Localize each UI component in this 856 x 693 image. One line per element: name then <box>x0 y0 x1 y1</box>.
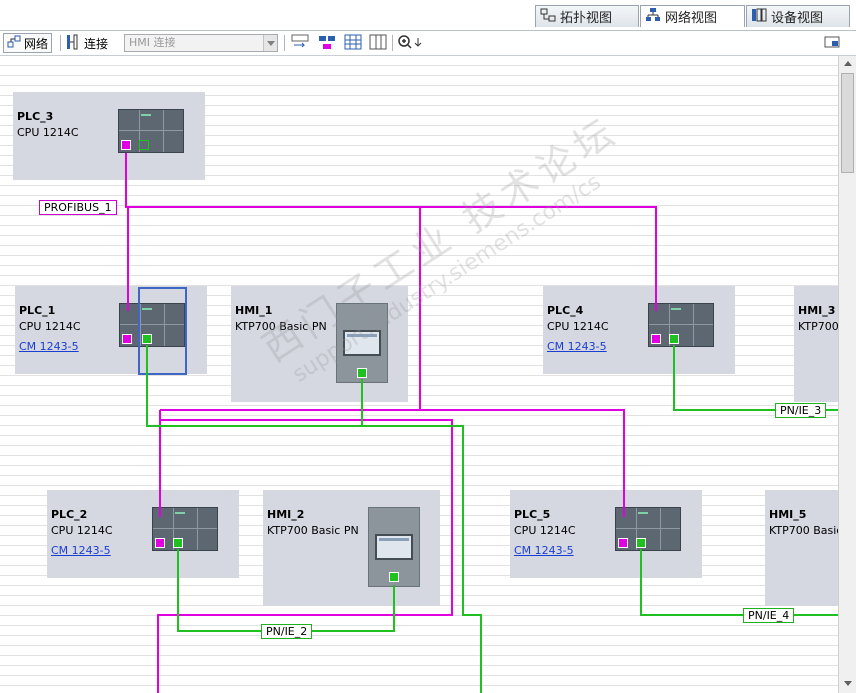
topology-view-icon <box>540 7 556 27</box>
pnie-2-label[interactable]: PN/IE_2 <box>261 624 313 639</box>
overview-button[interactable] <box>824 33 840 53</box>
tab-device-view[interactable]: 设备视图 <box>746 5 850 27</box>
network-mode-icon <box>7 35 21 52</box>
connection-type-select[interactable]: HMI 连接 <box>124 34 278 52</box>
profibus-line[interactable] <box>157 419 453 693</box>
pnie3-line[interactable] <box>673 345 838 411</box>
highlight-button[interactable] <box>318 33 336 53</box>
chevron-down-icon[interactable] <box>263 35 277 51</box>
tab-network-view-label: 网络视图 <box>665 11 718 26</box>
show-names-icon <box>291 34 309 53</box>
grid-button[interactable] <box>344 33 362 53</box>
pnie-3-label[interactable]: PN/IE_3 <box>775 403 827 418</box>
toolbar-divider <box>392 35 393 51</box>
network-mode-button[interactable]: 网络 <box>3 33 53 53</box>
toolbar-divider <box>284 35 285 51</box>
connect-mode-icon <box>65 34 81 53</box>
tab-topology-view-label: 拓扑视图 <box>560 11 613 26</box>
scroll-up-icon[interactable] <box>840 56 856 72</box>
connect-mode-label: 连接 <box>84 36 109 51</box>
zoom-icon <box>397 34 423 53</box>
device-view-icon <box>751 7 767 27</box>
vertical-scrollbar[interactable] <box>838 56 856 693</box>
pnie4-line[interactable] <box>640 549 838 616</box>
network-mode-label: 网络 <box>24 36 49 51</box>
pnie2-line[interactable] <box>177 549 395 632</box>
scroll-down-icon[interactable] <box>840 676 856 692</box>
profibus-line[interactable] <box>125 153 657 311</box>
profibus-1-label[interactable]: PROFIBUS_1 <box>39 200 117 215</box>
table-icon <box>369 34 387 53</box>
network-view-toolbar: 网络 连接 HMI 连接 <box>0 30 856 56</box>
grid-icon <box>344 34 362 53</box>
show-names-button[interactable] <box>291 33 309 53</box>
overview-icon <box>824 34 840 53</box>
pnie-4-label[interactable]: PN/IE_4 <box>743 608 795 623</box>
table-button[interactable] <box>369 33 387 53</box>
tab-network-view[interactable]: 网络视图 <box>640 5 745 27</box>
tab-topology-view[interactable]: 拓扑视图 <box>535 5 639 27</box>
network-canvas[interactable]: PLC_3 CPU 1214C PLC_1 CPU 1214C CM 1243-… <box>0 56 838 693</box>
toolbar-divider <box>60 35 61 51</box>
view-tab-strip: 拓扑视图 网络视图 设备视图 <box>0 0 856 30</box>
tab-device-view-label: 设备视图 <box>771 11 824 26</box>
network-view-icon <box>645 7 661 27</box>
connection-type-value: HMI 连接 <box>129 36 176 49</box>
network-wires <box>125 153 838 693</box>
zoom-button[interactable] <box>397 33 423 53</box>
highlight-icon <box>318 34 336 53</box>
profinet-line[interactable] <box>146 345 482 693</box>
scrollbar-thumb[interactable] <box>841 73 854 173</box>
connect-mode-button[interactable]: 连接 <box>65 33 108 53</box>
